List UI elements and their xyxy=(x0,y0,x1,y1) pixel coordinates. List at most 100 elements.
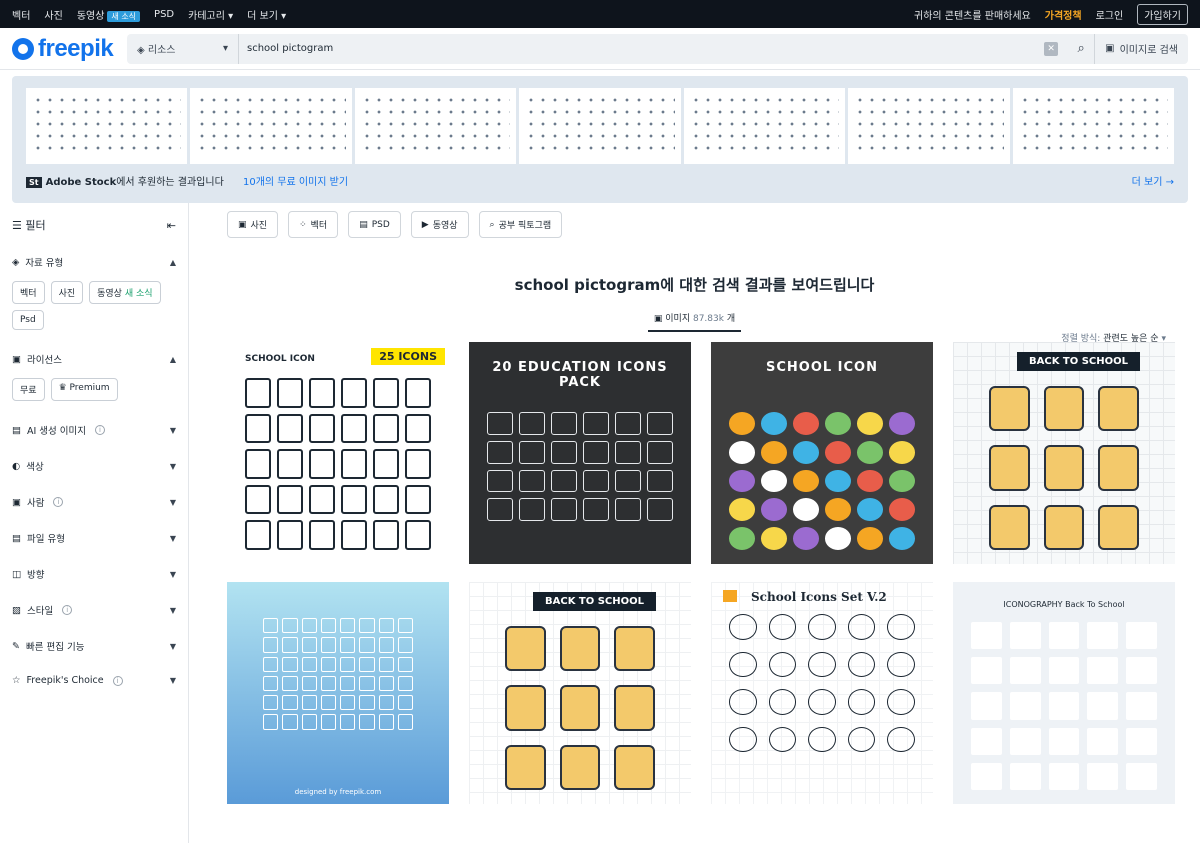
chip-free[interactable]: 무료 xyxy=(12,378,45,401)
pictogram-icon xyxy=(1098,504,1139,550)
stock-thumbnail[interactable] xyxy=(848,88,1010,164)
filter-video-button[interactable]: ▶ 동영상 xyxy=(410,211,469,238)
pictogram-icon xyxy=(729,469,755,493)
pricing-link[interactable]: 가격정책 xyxy=(1045,7,1082,22)
filter-photo-button[interactable]: ▣ 사진 xyxy=(227,211,279,238)
stock-thumbnail[interactable] xyxy=(683,88,846,164)
pictogram-icon xyxy=(378,618,394,634)
pictogram-icon xyxy=(487,412,513,435)
resource-select-label: 리소스 xyxy=(147,45,176,56)
section-quick-edit[interactable]: ✎ 빠른 편집 기능 ▼ xyxy=(12,639,176,654)
nav-psd[interactable]: PSD xyxy=(154,9,174,20)
filter-psd-button[interactable]: ▤ PSD xyxy=(348,211,401,238)
stock-thumbnail[interactable] xyxy=(354,88,517,164)
logo-text: freepik xyxy=(38,34,114,62)
adobe-stock-name: Adobe Stock xyxy=(45,177,117,188)
sell-content-link[interactable]: 귀하의 콘텐츠를 판매하세요 xyxy=(914,7,1031,22)
result-card[interactable]: SCHOOL ICON xyxy=(711,342,933,564)
freepik-logo[interactable]: freepik xyxy=(12,35,127,63)
login-link[interactable]: 로그인 xyxy=(1096,7,1124,22)
sliders-icon: ☰ xyxy=(12,219,22,232)
thumbnail-pattern xyxy=(525,94,675,158)
pictogram-icon xyxy=(340,618,356,634)
chip-photo[interactable]: 사진 xyxy=(50,281,84,304)
stock-thumbnail[interactable] xyxy=(519,88,681,164)
section-asset-type[interactable]: ◈ 자료 유형 ▲ xyxy=(12,255,176,270)
clear-icon[interactable]: ✕ xyxy=(1044,41,1059,56)
pictogram-icon xyxy=(614,685,655,731)
image-search-button[interactable]: ▣ 이미지로 검색 xyxy=(1094,33,1188,64)
card-icon-grid xyxy=(971,622,1157,790)
pictogram-icon xyxy=(277,484,303,515)
section-people[interactable]: ▣ 사람 i ▼ xyxy=(12,495,176,510)
pictogram-icon xyxy=(889,469,915,493)
stock-thumbnail[interactable] xyxy=(1012,88,1174,164)
style-label: 스타일 xyxy=(26,606,54,617)
stock-thumbnail[interactable] xyxy=(190,88,352,164)
result-card[interactable]: BACK TO SCHOOL xyxy=(953,342,1175,564)
join-button[interactable]: 가입하기 xyxy=(1137,3,1188,25)
pictogram-icon xyxy=(309,413,335,444)
section-freepik-choice[interactable]: ☆ Freepik's Choice i ▼ xyxy=(12,675,176,686)
result-card[interactable]: ICONOGRAPHY Back To School xyxy=(953,582,1175,804)
chevron-up-icon: ▲ xyxy=(169,354,176,364)
chip-video[interactable]: 동영상 새 소식 xyxy=(89,281,161,304)
pictogram-icon xyxy=(282,618,298,634)
pictogram-icon xyxy=(245,378,271,408)
pictogram-icon xyxy=(277,520,303,550)
nav-category[interactable]: 카테고리 ▾ xyxy=(188,7,233,22)
pictogram-icon xyxy=(551,498,577,522)
chip-premium[interactable]: ♛ Premium xyxy=(50,378,118,401)
tab-images[interactable]: ▣ 이미지 87.83k 개 xyxy=(647,311,742,332)
tab-images-count: 87.83k xyxy=(692,314,724,324)
pictogram-icon xyxy=(1048,622,1080,650)
resource-select[interactable]: ◈ 리소스 ▾ xyxy=(127,33,239,64)
result-card[interactable]: SCHOOL ICON 25 ICONS xyxy=(227,342,449,564)
section-style[interactable]: ▨ 스타일 i ▼ xyxy=(12,603,176,618)
pictogram-icon xyxy=(889,498,915,522)
card-title: BACK TO SCHOOL xyxy=(1017,352,1141,371)
chip-vector[interactable]: 벡터 xyxy=(12,281,45,304)
info-icon: i xyxy=(112,675,123,686)
section-file-type[interactable]: ▤ 파일 유형 ▼ xyxy=(12,531,176,546)
filter-vector-button[interactable]: ⁘ 벡터 xyxy=(288,211,339,238)
chip-psd[interactable]: Psd xyxy=(12,310,44,330)
nav-more-label: 더 보기 xyxy=(247,10,278,22)
thumbnail-pattern xyxy=(360,94,511,158)
nav-more[interactable]: 더 보기 ▾ xyxy=(247,7,286,22)
search-input[interactable] xyxy=(239,43,1045,54)
nav-photo[interactable]: 사진 xyxy=(44,7,62,22)
pictogram-icon xyxy=(378,695,394,711)
topnav-left: 벡터 사진 동영상 새 소식 PSD 카테고리 ▾ 더 보기 ▾ xyxy=(12,7,286,22)
collapse-sidebar-icon[interactable]: ⇤ xyxy=(167,219,176,232)
result-card[interactable]: designed by freepik.com xyxy=(227,582,449,804)
stock-more-link[interactable]: 더 보기 → xyxy=(1132,173,1174,188)
pictogram-icon xyxy=(559,744,601,790)
free-images-link[interactable]: 10개의 무료 이미지 받기 xyxy=(243,177,348,188)
stock-thumbnail[interactable] xyxy=(26,88,188,164)
pictogram-icon xyxy=(277,413,303,444)
license-chips: 무료 ♛ Premium xyxy=(12,378,176,401)
section-color[interactable]: ◐ 색상 ▼ xyxy=(12,459,176,474)
search-icon[interactable]: ⌕ xyxy=(1068,41,1094,56)
result-card[interactable]: School Icons Set V.2 xyxy=(711,582,933,804)
result-card[interactable]: BACK TO SCHOOL xyxy=(469,582,691,804)
section-license[interactable]: ▣ 라이선스 ▲ xyxy=(12,352,176,367)
pictogram-icon xyxy=(583,440,609,464)
asset-type-chips: 벡터 사진 동영상 새 소식 Psd xyxy=(12,281,176,330)
pictogram-icon xyxy=(263,675,279,691)
section-orientation[interactable]: ◫ 방향 ▼ xyxy=(12,567,176,582)
pictogram-icon xyxy=(397,618,413,634)
pictogram-icon xyxy=(1048,657,1080,685)
pictogram-icon xyxy=(245,520,271,550)
nav-vector[interactable]: 벡터 xyxy=(12,7,30,22)
pictogram-icon xyxy=(825,412,851,435)
section-ai[interactable]: ▤ AI 생성 이미지 i ▼ xyxy=(12,423,176,438)
thumbnail-pattern xyxy=(32,94,182,158)
chevron-down-icon: ▼ xyxy=(169,676,176,685)
thumbnail-pattern xyxy=(854,94,1004,158)
pictogram-icon xyxy=(277,378,303,408)
nav-video[interactable]: 동영상 새 소식 xyxy=(77,7,141,22)
related-search-button[interactable]: ⌕ 공부 픽토그램 xyxy=(478,211,563,238)
result-card[interactable]: 20 EDUCATION ICONS PACK xyxy=(469,342,691,564)
